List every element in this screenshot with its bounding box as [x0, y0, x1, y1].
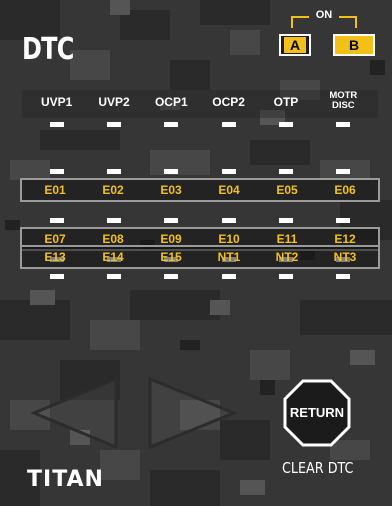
page-title: DTC: [22, 32, 74, 67]
on-bracket-right: [339, 16, 357, 28]
error-led: [221, 274, 236, 279]
error-code-e09[interactable]: E09: [142, 232, 200, 246]
error-led: [106, 218, 121, 223]
status-led: [336, 122, 351, 127]
clear-dtc-label: CLEAR DTC: [282, 459, 354, 477]
error-led: [49, 218, 64, 223]
dtc-screen: DTC ON A B UVP1 UVP2 OCP1 OCP2 OTP MOTR …: [0, 0, 392, 506]
error-led: [164, 218, 179, 223]
error-led: [336, 169, 351, 174]
status-indicator-motr-disc: MOTR DISC: [315, 91, 372, 111]
mode-b-label: B: [348, 37, 360, 53]
mode-b-button[interactable]: B: [333, 34, 375, 56]
status-indicator-uvp2: UVP2: [85, 96, 142, 111]
status-led: [49, 122, 64, 127]
brand-logo: TITAN: [27, 467, 104, 492]
error-led: [278, 218, 293, 223]
error-led: [278, 169, 293, 174]
error-led: [221, 218, 236, 223]
status-label: OCP1: [154, 95, 188, 109]
error-code-e03[interactable]: E03: [142, 183, 200, 197]
status-indicator-uvp1: UVP1: [28, 96, 85, 111]
mode-a-button[interactable]: A: [279, 34, 311, 56]
status-led: [278, 122, 293, 127]
mode-a-label: A: [284, 37, 306, 53]
error-led: [106, 169, 121, 174]
error-code-e02[interactable]: E02: [84, 183, 142, 197]
error-code-e14[interactable]: E14: [84, 250, 142, 264]
error-code-e01[interactable]: E01: [26, 183, 84, 197]
status-indicator-row: UVP1 UVP2 OCP1 OCP2 OTP MOTR DISC: [22, 91, 378, 111]
error-led: [49, 274, 64, 279]
error-code-e15[interactable]: E15: [142, 250, 200, 264]
error-led-row: [22, 274, 378, 279]
status-indicator-otp: OTP: [257, 96, 314, 111]
error-code-e05[interactable]: E05: [258, 183, 316, 197]
status-led: [106, 122, 121, 127]
error-led: [49, 169, 64, 174]
error-code-nt3[interactable]: NT3: [316, 250, 374, 264]
error-led: [221, 169, 236, 174]
status-indicator-ocp1: OCP1: [143, 96, 200, 111]
error-led: [164, 274, 179, 279]
status-label: OCP2: [212, 95, 245, 109]
on-label: ON: [315, 9, 333, 21]
error-code-row-1: E01 E02 E03 E04 E05 E06: [20, 178, 380, 202]
stop-octagon-icon: [283, 379, 351, 447]
error-led-row: [22, 218, 378, 223]
error-code-nt2[interactable]: NT2: [258, 250, 316, 264]
left-arrow-icon[interactable]: [30, 377, 120, 449]
status-label: OTP: [273, 95, 299, 109]
status-led: [221, 122, 236, 127]
right-arrow-icon[interactable]: [146, 377, 238, 449]
status-led: [164, 122, 179, 127]
error-led: [336, 274, 351, 279]
return-button[interactable]: [283, 379, 351, 447]
error-led-row: [22, 169, 378, 174]
error-led: [278, 274, 293, 279]
error-led: [164, 169, 179, 174]
error-code-e13[interactable]: E13: [26, 250, 84, 264]
status-label: UVP2: [98, 95, 130, 109]
error-code-row-3: E13 E14 E15 NT1 NT2 NT3: [20, 245, 380, 269]
on-bracket-left: [291, 16, 309, 28]
error-code-e07[interactable]: E07: [26, 232, 84, 246]
error-code-e12[interactable]: E12: [316, 232, 374, 246]
error-led: [336, 218, 351, 223]
error-led: [106, 274, 121, 279]
status-label-line2: DISC: [331, 100, 355, 111]
error-code-e10[interactable]: E10: [200, 232, 258, 246]
error-code-e06[interactable]: E06: [316, 183, 374, 197]
error-code-e08[interactable]: E08: [84, 232, 142, 246]
error-code-e11[interactable]: E11: [258, 232, 316, 246]
status-led-row: [22, 122, 378, 127]
status-label: UVP1: [40, 95, 73, 109]
error-code-nt1[interactable]: NT1: [200, 250, 258, 264]
error-code-e04[interactable]: E04: [200, 183, 258, 197]
status-indicator-ocp2: OCP2: [200, 96, 257, 111]
